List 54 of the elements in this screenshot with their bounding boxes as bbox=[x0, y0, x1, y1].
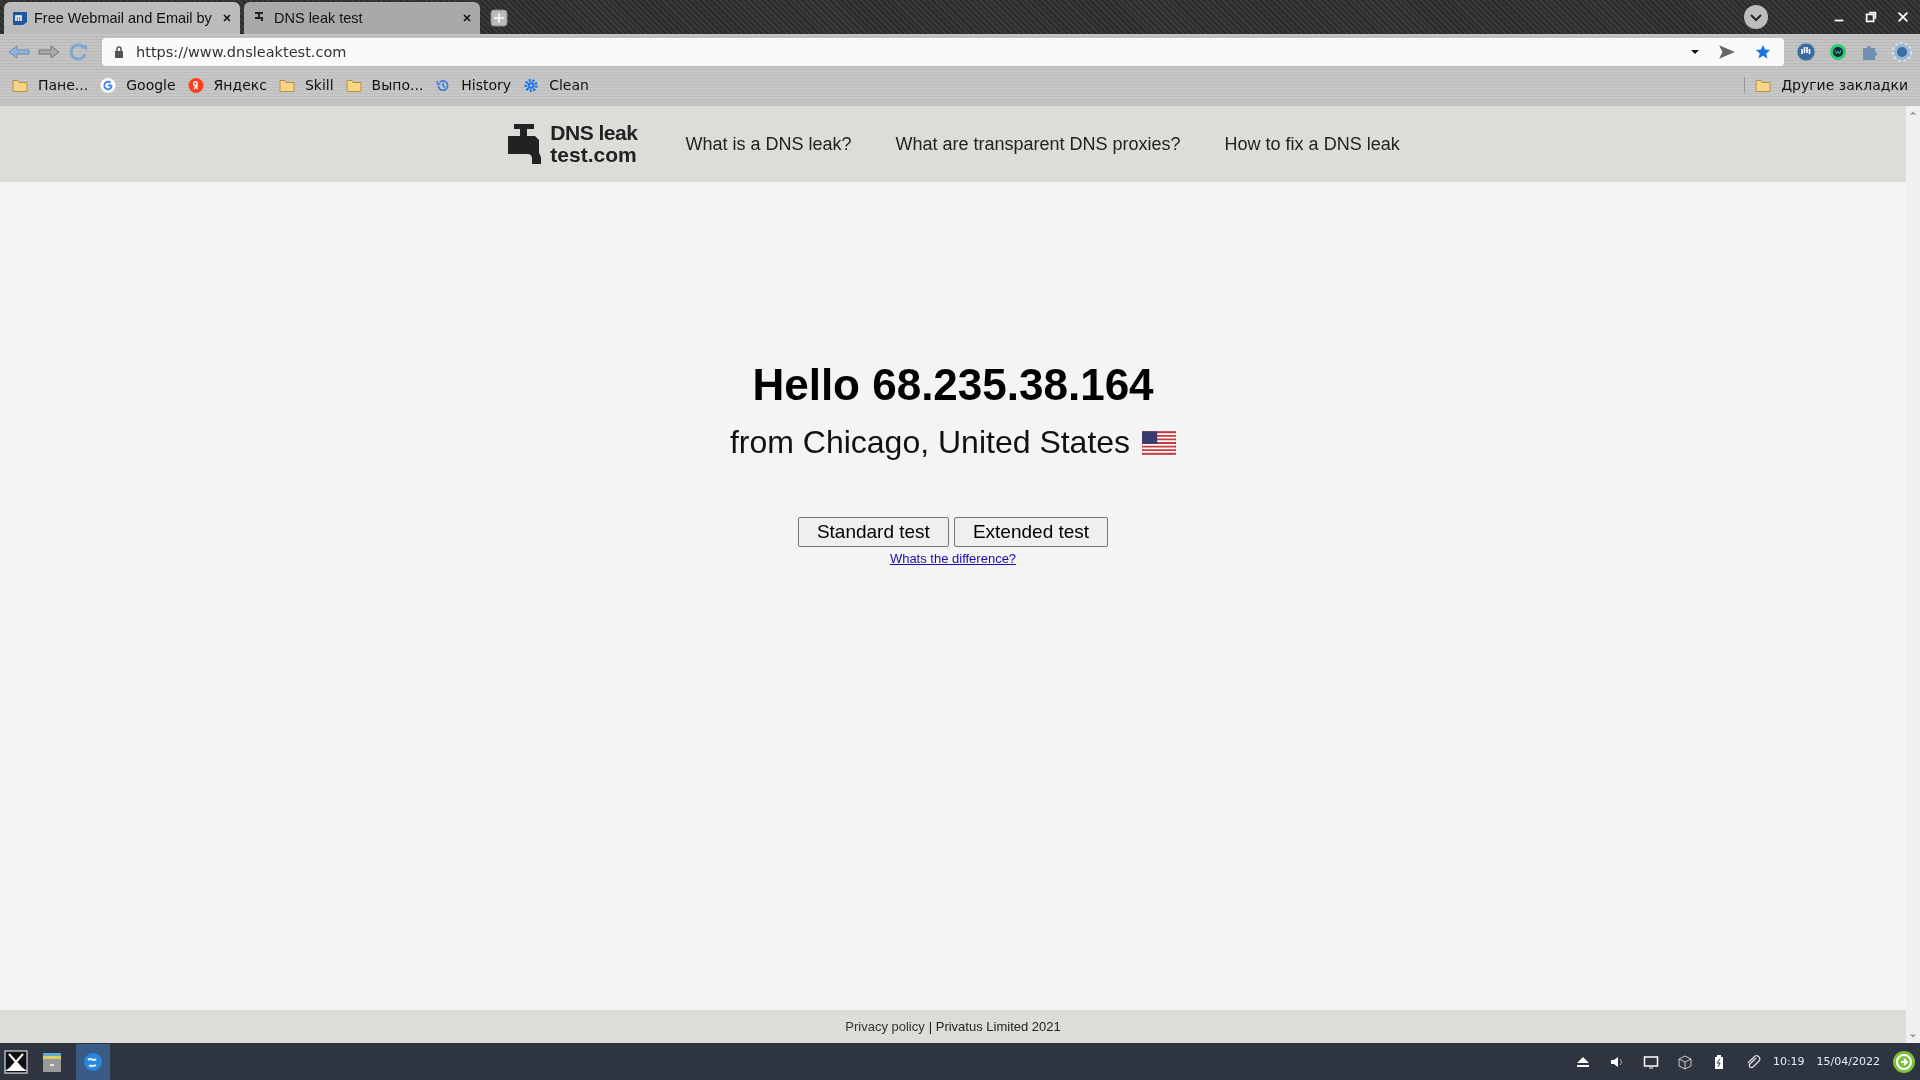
close-icon[interactable] bbox=[462, 13, 472, 23]
folder-icon bbox=[345, 77, 362, 93]
nav-link[interactable]: What are transparent DNS proxies? bbox=[895, 133, 1181, 155]
hand-icon[interactable] bbox=[1796, 42, 1816, 62]
monitor-icon[interactable] bbox=[1642, 1053, 1659, 1070]
bookmark-item[interactable]: History bbox=[435, 77, 512, 93]
bookmark-item[interactable]: Пане... bbox=[12, 77, 89, 93]
address-bar[interactable]: https://www.dnsleaktest.com bbox=[102, 38, 1784, 66]
tab-title: Free Webmail and Email by bbox=[34, 10, 213, 26]
privacy-policy-link[interactable]: Privacy policy bbox=[845, 1019, 925, 1034]
w-badge-icon[interactable] bbox=[1828, 42, 1848, 62]
bookmark-item[interactable]: Выпо... bbox=[345, 77, 424, 93]
other-bookmarks-folder[interactable]: Другие закладки bbox=[1744, 77, 1908, 93]
mail-logo-icon bbox=[12, 10, 28, 26]
clock-time: 10:19 bbox=[1772, 1055, 1805, 1068]
new-tab-button[interactable] bbox=[490, 9, 508, 27]
browser-tab[interactable]: DNS leak test bbox=[244, 2, 480, 34]
flag-icon bbox=[1142, 430, 1177, 455]
folder-icon bbox=[278, 77, 295, 93]
bookmark-item[interactable]: Clean bbox=[523, 77, 589, 93]
folder-icon bbox=[12, 77, 28, 93]
browser-tab[interactable]: Free Webmail and Email by bbox=[4, 2, 240, 34]
dropdown-caret-icon[interactable] bbox=[1690, 49, 1700, 55]
taskbar-app-button[interactable] bbox=[76, 1043, 110, 1080]
difference-link[interactable]: Whats the difference? bbox=[889, 551, 1017, 566]
url-text: https://www.dnsleaktest.com bbox=[136, 44, 348, 60]
restore-icon[interactable] bbox=[1864, 10, 1878, 24]
bookmark-item[interactable]: Яндекс bbox=[187, 77, 267, 93]
test-button[interactable]: Extended test bbox=[953, 517, 1109, 547]
logo-text: DNS leak bbox=[550, 122, 638, 144]
tab-list-button[interactable] bbox=[1744, 5, 1768, 29]
send-arrow-icon[interactable] bbox=[1718, 44, 1736, 60]
test-button[interactable]: Standard test bbox=[797, 517, 949, 547]
folder-icon bbox=[1755, 77, 1772, 93]
logo-text: test.com bbox=[550, 144, 638, 166]
close-icon[interactable] bbox=[222, 13, 232, 23]
box-icon[interactable] bbox=[1676, 1053, 1693, 1070]
start-menu-icon[interactable] bbox=[4, 1049, 28, 1074]
bookmark-item[interactable]: Skill bbox=[278, 77, 334, 93]
greeting-heading: Hello 68.235.38.164 bbox=[752, 360, 1154, 410]
lock-icon bbox=[114, 46, 124, 58]
site-logo[interactable]: DNS leak test.com bbox=[506, 122, 638, 166]
g-letter-icon bbox=[100, 77, 117, 93]
copyright-text: | Privatus Limited 2021 bbox=[928, 1019, 1061, 1034]
bookmark-item[interactable]: Google bbox=[100, 77, 176, 93]
tab-title: DNS leak test bbox=[274, 10, 364, 26]
location-text: from Chicago, United States bbox=[729, 424, 1131, 461]
ya-letter-icon bbox=[187, 77, 204, 93]
star-icon[interactable] bbox=[1754, 44, 1772, 60]
nav-link[interactable]: How to fix a DNS leak bbox=[1224, 133, 1400, 155]
settings-icon[interactable] bbox=[1892, 42, 1912, 62]
clock-date: 15/04/2022 bbox=[1816, 1055, 1880, 1068]
gear-icon bbox=[523, 77, 540, 93]
nav-link[interactable]: What is a DNS leak? bbox=[685, 133, 852, 155]
